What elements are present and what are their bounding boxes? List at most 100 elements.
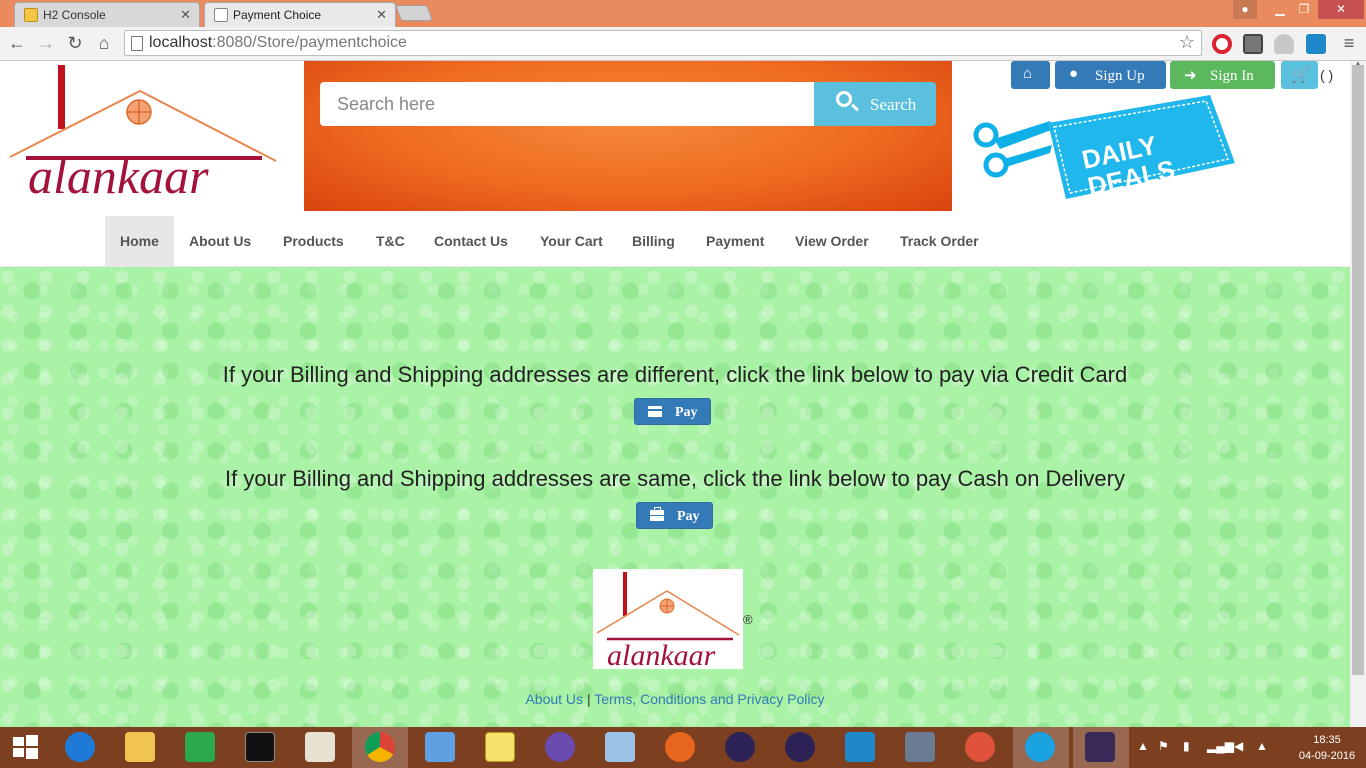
reader-icon[interactable] [305, 732, 335, 762]
sign-up-button[interactable]: ● Sign Up [1055, 61, 1166, 89]
forward-icon[interactable]: → [35, 32, 57, 54]
footer-links: About Us | Terms, Conditions and Privacy… [0, 691, 1350, 707]
user-icon: ● [1069, 66, 1079, 82]
bookmark-star-icon[interactable]: ☆ [1179, 32, 1195, 53]
sign-in-label: Sign In [1210, 68, 1254, 84]
menu-icon[interactable]: ≡ [1338, 32, 1360, 54]
chrome-icon[interactable] [365, 732, 395, 762]
page-scrollbar[interactable]: ▲ [1350, 59, 1366, 727]
url-host: localhost [149, 34, 213, 51]
nav-item-track-order[interactable]: Track Order [885, 216, 994, 266]
eclipse-icon[interactable] [725, 732, 755, 762]
restore-icon[interactable]: ❐ [1292, 0, 1316, 19]
footer-separator: | [586, 691, 591, 707]
nav-item-billing[interactable]: Billing [617, 216, 690, 266]
browser-toolbar: ← → ↻ ⌂ localhost:8080/Store/paymentchoi… [0, 27, 1366, 61]
internet-explorer-icon[interactable] [65, 732, 95, 762]
home-button[interactable]: ⌂ [1011, 61, 1050, 89]
command-prompt-icon[interactable] [245, 732, 275, 762]
credit-card-icon [648, 406, 662, 417]
battery-icon[interactable]: ▮ [1183, 739, 1190, 753]
windows-store-icon[interactable] [185, 732, 215, 762]
payment-choice-section: If your Billing and Shipping addresses a… [0, 267, 1350, 727]
cash-on-delivery-message: If your Billing and Shipping addresses a… [224, 466, 1125, 491]
java-ee-ide-icon[interactable] [1085, 732, 1115, 762]
remote-desktop-icon[interactable] [425, 732, 455, 762]
pay-cash-on-delivery-button[interactable]: Pay [636, 502, 713, 529]
browser-tabstrip: H2 Console ✕ Payment Choice ✕ ● ▁ ❐ ✕ [0, 0, 1366, 27]
address-bar[interactable]: localhost:8080/Store/paymentchoice ☆ [124, 30, 1202, 56]
close-icon[interactable]: ✕ [180, 7, 191, 23]
alankaar-logo[interactable]: alankaar [8, 65, 280, 197]
search-button[interactable]: Search [814, 82, 936, 126]
cart-count: ( ) [1320, 67, 1334, 83]
home-icon[interactable]: ⌂ [93, 32, 115, 54]
tray-up-arrow-icon[interactable]: ▲ [1137, 739, 1149, 753]
nav-item-view-order[interactable]: View Order [780, 216, 884, 266]
scrollbar-thumb[interactable] [1352, 65, 1364, 675]
system-clock[interactable]: 18:35 04-09-2016 [1296, 732, 1358, 764]
visual-studio-code-icon[interactable] [845, 732, 875, 762]
footer-terms-link[interactable]: Terms, Conditions and Privacy Policy [594, 691, 824, 707]
tab-title: H2 Console [43, 8, 106, 22]
firefox-icon[interactable] [665, 732, 695, 762]
footer-about-link[interactable]: About Us [525, 691, 583, 707]
briefcase-icon [650, 507, 664, 521]
url-path: :8080/Store/paymentchoice [212, 34, 407, 51]
tab-h2-console[interactable]: H2 Console ✕ [14, 2, 200, 27]
close-window-icon[interactable]: ✕ [1318, 0, 1364, 19]
file-explorer-icon[interactable] [125, 732, 155, 762]
search-banner: Search [304, 61, 952, 211]
new-tab-button[interactable] [395, 5, 433, 21]
app-extension-icon[interactable] [1306, 34, 1326, 54]
windows-taskbar: ▲ ⚑ ▮ ▂▄▆ ◀ ▲ 18:35 04-09-2016 [0, 727, 1366, 768]
cart-button[interactable]: 🛒 [1281, 61, 1318, 89]
sign-in-icon: ➜ [1184, 68, 1197, 84]
page-favicon-icon [214, 8, 228, 22]
page-icon [131, 36, 143, 51]
database-icon[interactable] [485, 732, 515, 762]
footer-logo-wordmark: alankaar [607, 639, 716, 669]
logo-wordmark: alankaar [28, 148, 209, 197]
tab-payment-choice[interactable]: Payment Choice ✕ [204, 2, 396, 27]
pay-credit-card-button[interactable]: Pay [634, 398, 711, 425]
nav-item-tc[interactable]: T&C [361, 216, 420, 266]
clock-date: 04-09-2016 [1298, 750, 1356, 762]
signal-icon[interactable]: ▂▄▆ [1207, 739, 1234, 753]
nav-item-your-cart[interactable]: Your Cart [525, 216, 618, 266]
skype-icon[interactable] [1025, 732, 1055, 762]
flag-icon[interactable]: ⚑ [1158, 739, 1169, 753]
cart-icon: 🛒 [1291, 68, 1310, 84]
minimize-icon[interactable]: ▁ [1268, 0, 1292, 19]
opera-extension-icon[interactable] [1212, 34, 1232, 54]
tab-title: Payment Choice [233, 8, 322, 22]
sign-in-button[interactable]: ➜ Sign In [1170, 61, 1275, 89]
daily-deals-banner[interactable]: DAILY DEALS [970, 93, 1240, 201]
shield-extension-icon[interactable] [1243, 34, 1263, 54]
google-drive-icon[interactable]: ▲ [1256, 739, 1268, 753]
back-icon[interactable]: ← [6, 32, 28, 54]
h2-favicon-icon [24, 8, 38, 22]
footer-logo: alankaar [593, 569, 743, 669]
nav-item-home[interactable]: Home [105, 216, 174, 266]
close-icon[interactable]: ✕ [376, 7, 387, 23]
nav-item-payment[interactable]: Payment [691, 216, 779, 266]
cloud-extension-icon[interactable] [1274, 34, 1294, 54]
sign-up-label: Sign Up [1095, 68, 1145, 84]
pay-label: Pay [677, 509, 700, 524]
search-input[interactable] [320, 82, 814, 126]
notes-icon[interactable] [605, 732, 635, 762]
scissors-icon [973, 121, 1054, 178]
github-icon[interactable] [545, 732, 575, 762]
reload-icon[interactable]: ↻ [64, 32, 86, 54]
sql-tool-icon[interactable] [905, 732, 935, 762]
volume-icon[interactable]: ◀ [1234, 739, 1243, 753]
nav-item-contact-us[interactable]: Contact Us [419, 216, 523, 266]
user-icon[interactable]: ● [1233, 0, 1257, 19]
nav-item-products[interactable]: Products [268, 216, 359, 266]
windows-start-icon[interactable] [10, 732, 40, 762]
eclipse-icon-2[interactable] [785, 732, 815, 762]
home-icon: ⌂ [1023, 66, 1033, 82]
nav-item-about-us[interactable]: About Us [174, 216, 266, 266]
rocket-icon[interactable] [965, 732, 995, 762]
